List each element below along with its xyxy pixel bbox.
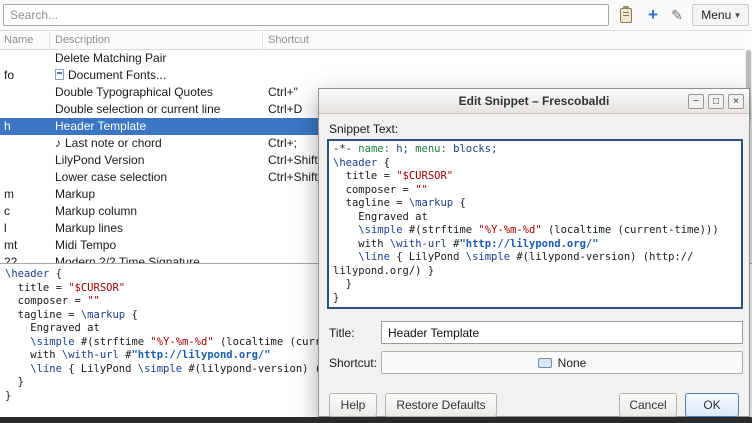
title-label: Title:: [329, 326, 355, 340]
minimize-icon: −: [693, 96, 699, 107]
pencil-icon: ✎: [671, 7, 683, 24]
shortcut-label: Shortcut:: [329, 356, 377, 370]
document-icon: [55, 69, 64, 80]
shortcut-button[interactable]: None: [381, 351, 743, 374]
search-input[interactable]: [3, 4, 609, 26]
clipboard-icon: [620, 8, 632, 23]
table-header: Name Description Shortcut: [0, 31, 745, 50]
snippet-text-label: Snippet Text:: [329, 122, 398, 136]
menu-button[interactable]: Menu ▾: [692, 4, 749, 26]
minimize-button[interactable]: −: [688, 94, 704, 109]
ok-button[interactable]: OK: [685, 393, 739, 417]
close-button[interactable]: ×: [728, 94, 744, 109]
table-row[interactable]: foDocument Fonts...: [0, 67, 745, 84]
snippet-manager-window: + ✎ Menu ▾ Name Description Shortcut Del…: [0, 0, 752, 423]
chevron-down-icon: ▾: [735, 10, 740, 21]
help-button[interactable]: Help: [329, 393, 377, 417]
add-snippet-button[interactable]: +: [641, 4, 665, 26]
edit-snippet-button[interactable]: ✎: [665, 4, 689, 26]
cancel-button[interactable]: Cancel: [619, 393, 677, 417]
column-header-name[interactable]: Name: [0, 31, 50, 50]
keyboard-icon: [538, 358, 552, 368]
toolbar: + ✎ Menu ▾: [0, 0, 752, 31]
dialog-title: Edit Snippet – Frescobaldi: [459, 94, 610, 108]
paste-snippet-button[interactable]: [614, 4, 638, 26]
dialog-titlebar[interactable]: Edit Snippet – Frescobaldi: [319, 89, 749, 114]
column-header-shortcut[interactable]: Shortcut: [263, 31, 743, 50]
restore-defaults-button[interactable]: Restore Defaults: [385, 393, 497, 417]
plus-icon: +: [648, 5, 658, 25]
menu-button-label: Menu: [701, 8, 731, 22]
maximize-icon: □: [713, 96, 719, 107]
shortcut-value: None: [558, 356, 587, 370]
maximize-button[interactable]: □: [708, 94, 724, 109]
snippet-text-editor[interactable]: -*- name: h; menu: blocks;\header { titl…: [327, 139, 743, 309]
music-note-icon: ♪: [55, 136, 61, 150]
column-header-description[interactable]: Description: [50, 31, 263, 50]
edit-snippet-dialog: Edit Snippet – Frescobaldi − □ × Snippet…: [318, 88, 750, 417]
title-field[interactable]: [381, 321, 743, 344]
table-row[interactable]: Delete Matching Pair: [0, 50, 745, 67]
window-controls: − □ ×: [688, 94, 744, 109]
close-icon: ×: [733, 96, 739, 107]
window-bottom-edge: [0, 417, 752, 423]
